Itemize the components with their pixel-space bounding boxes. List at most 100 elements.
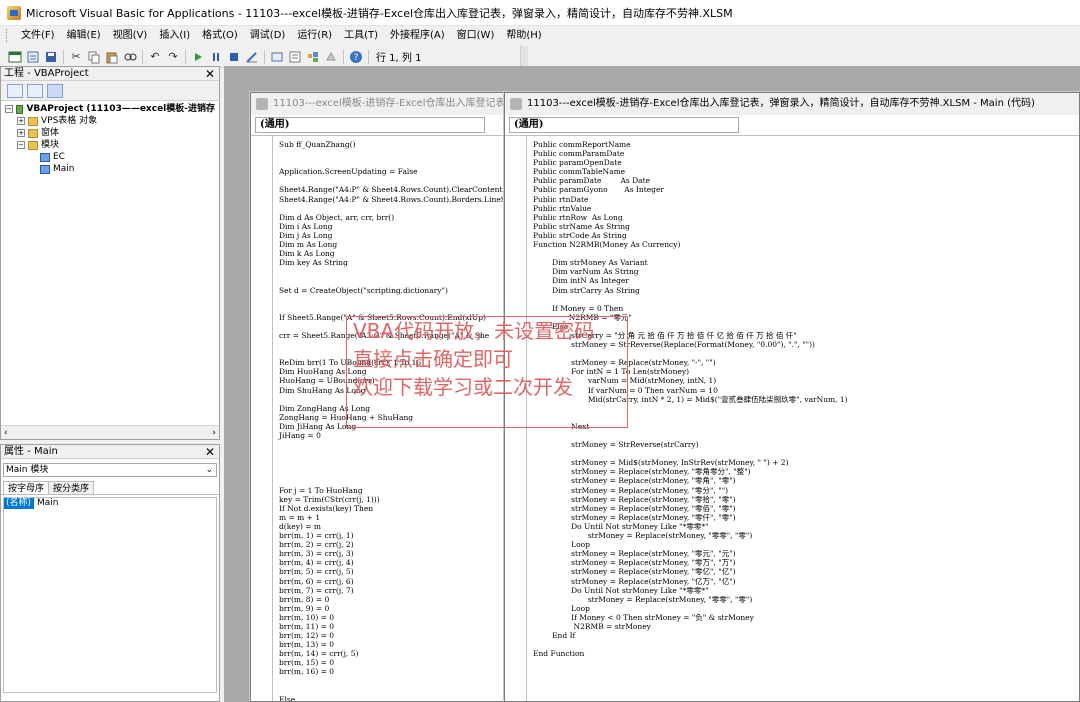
properties-pane: 属性 - Main ✕ Main 模块 ⌄ 按字母序 按分类序 (名称) Mai…: [0, 444, 220, 702]
project-pane-close-icon[interactable]: ✕: [204, 67, 216, 81]
watermark-line: 直接点击确定即可: [353, 347, 513, 371]
watermark-line: 欢迎下载学习或二次开发: [353, 375, 573, 399]
code-margin: [251, 136, 273, 701]
scroll-left-icon[interactable]: ‹: [4, 428, 8, 438]
tab-categorized[interactable]: 按分类序: [48, 481, 95, 494]
code-window-title[interactable]: 11103---excel模板-进销存-Excel仓库出入库登记表，弹窗录入，精…: [505, 93, 1079, 115]
menu-format[interactable]: 格式(O): [196, 26, 244, 46]
tree-node[interactable]: + VPS表格 对象: [5, 115, 215, 127]
folder-icon: [28, 128, 38, 138]
object-combo[interactable]: (通用): [255, 117, 485, 133]
scroll-right-icon[interactable]: ›: [212, 428, 216, 438]
insert-icon[interactable]: [25, 49, 41, 65]
props-pane-close-icon[interactable]: ✕: [204, 445, 216, 459]
menu-bar: 文件(F) 编辑(E) 视图(V) 插入(I) 格式(O) 调试(D) 运行(R…: [0, 26, 1080, 46]
toolbar-separator: [63, 49, 64, 64]
collapse-icon[interactable]: −: [5, 105, 13, 113]
watermark-box: VBA代码开放，未设置密码 直接点击确定即可 欢迎下载学习或二次开发: [346, 316, 628, 428]
view-code-icon[interactable]: [7, 83, 23, 98]
project-explorer-pane: 工程 - VBAProject ✕ − VBAProject (11103——ex…: [0, 66, 220, 440]
menu-help[interactable]: 帮助(H): [500, 26, 547, 46]
run-icon[interactable]: [190, 49, 206, 65]
expand-icon[interactable]: +: [17, 129, 25, 137]
watermark-line: VBA代码开放，未设置密码: [353, 319, 595, 343]
tree-node-label: VBAProject (11103——excel模板-进销存: [26, 104, 215, 114]
folder-icon: [28, 140, 38, 150]
tree-node-label: Main: [53, 164, 75, 174]
code-window-icon: [510, 98, 522, 110]
design-mode-icon[interactable]: [244, 49, 260, 65]
window-title: Microsoft Visual Basic for Applications …: [26, 6, 733, 20]
props-tabs: 按字母序 按分类序: [1, 481, 219, 495]
project-icon: [15, 104, 24, 114]
module-icon: [40, 164, 50, 174]
toolbar-separator: [142, 49, 143, 64]
menu-run[interactable]: 运行(R): [291, 26, 338, 46]
menu-file[interactable]: 文件(F): [15, 26, 61, 46]
properties-grid: (名称) Main: [3, 497, 217, 693]
object-selector[interactable]: Main 模块 ⌄: [3, 463, 217, 477]
menu-edit[interactable]: 编辑(E): [61, 26, 107, 46]
project-pane-hscrollbar[interactable]: ‹ ›: [1, 425, 219, 439]
undo-icon[interactable]: ↶: [147, 49, 163, 65]
reset-icon[interactable]: [226, 49, 242, 65]
project-pane-title: 工程 - VBAProject ✕: [1, 67, 219, 81]
break-icon[interactable]: [208, 49, 224, 65]
tree-node-label: VPS表格 对象: [41, 116, 98, 126]
expand-icon[interactable]: +: [17, 117, 25, 125]
code-window-title[interactable]: 11103---excel模板-进销存-Excel仓库出入库登记表，弹窗录入，精…: [251, 93, 519, 115]
chevron-down-icon[interactable]: ⌄: [205, 464, 213, 476]
module-icon: [40, 152, 50, 162]
toolbar-separator: [264, 49, 265, 64]
project-pane-toolbar: [1, 81, 219, 101]
view-object-icon[interactable]: [27, 83, 43, 98]
toolbar-separator: [185, 49, 186, 64]
tree-node-label: 模块: [41, 140, 60, 150]
save-icon[interactable]: [43, 49, 59, 65]
find-icon[interactable]: [122, 49, 138, 65]
tree-node[interactable]: − VBAProject (11103——excel模板-进销存: [5, 103, 215, 115]
menu-addins[interactable]: 外接程序(A): [384, 26, 451, 46]
toolbar-separator: [368, 49, 369, 64]
property-row[interactable]: (名称) Main: [4, 498, 216, 509]
project-explorer-icon[interactable]: [269, 49, 285, 65]
property-key: (名称): [4, 498, 34, 509]
help-icon[interactable]: ?: [348, 49, 364, 65]
copy-icon[interactable]: [86, 49, 102, 65]
tab-alphabetic[interactable]: 按字母序: [3, 481, 50, 494]
menu-window[interactable]: 窗口(W): [451, 26, 501, 46]
tree-node[interactable]: EC: [5, 151, 215, 163]
folder-icon: [28, 116, 38, 126]
title-bar: Microsoft Visual Basic for Applications …: [0, 0, 1080, 26]
paste-icon[interactable]: [104, 49, 120, 65]
tree-node[interactable]: + 窗体: [5, 127, 215, 139]
toolbar-overflow-chevron[interactable]: [520, 45, 528, 68]
cursor-position: 行 1, 列 1: [376, 53, 422, 64]
code-window-icon: [256, 98, 268, 110]
tree-node[interactable]: − 模块: [5, 139, 215, 151]
menu-insert[interactable]: 插入(I): [153, 26, 196, 46]
vba-app-icon: [7, 5, 21, 20]
redo-icon[interactable]: ↷: [165, 49, 181, 65]
standard-toolbar: ✂ ↶ ↷ ? 行 1, 列 1: [0, 45, 528, 68]
toggle-folders-icon[interactable]: [47, 83, 63, 98]
toolbar-separator: [343, 49, 344, 64]
menu-debug[interactable]: 调试(D): [244, 26, 292, 46]
svg-text:?: ?: [354, 53, 359, 63]
properties-icon[interactable]: [287, 49, 303, 65]
view-excel-icon[interactable]: [7, 49, 23, 65]
menu-view[interactable]: 视图(V): [107, 26, 154, 46]
tree-node[interactable]: Main: [5, 163, 215, 175]
props-pane-title: 属性 - Main ✕: [1, 445, 219, 459]
collapse-icon[interactable]: −: [17, 141, 25, 149]
project-tree: − VBAProject (11103——excel模板-进销存 + VPS表格 对象…: [1, 101, 219, 177]
menu-tools[interactable]: 工具(T): [338, 26, 384, 46]
object-browser-icon[interactable]: [305, 49, 321, 65]
cut-icon[interactable]: ✂: [68, 49, 84, 65]
object-combo[interactable]: (通用): [509, 117, 739, 133]
menu-grip: [6, 29, 9, 43]
property-value[interactable]: Main: [34, 498, 59, 509]
tree-node-label: EC: [53, 152, 65, 162]
tree-node-label: 窗体: [41, 128, 60, 138]
toolbox-icon[interactable]: [323, 49, 339, 65]
